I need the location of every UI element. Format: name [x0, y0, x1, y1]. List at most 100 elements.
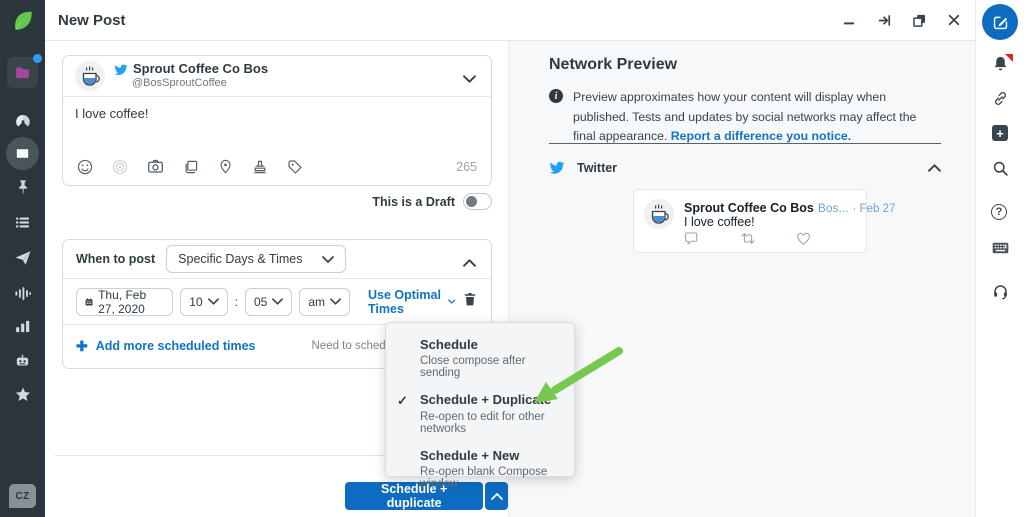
account-handle: @BosSproutCoffee — [132, 77, 227, 90]
waveform-icon — [15, 287, 31, 300]
notification-dot — [33, 54, 42, 63]
preview-disclaimer: i Preview approximates how your content … — [549, 88, 941, 147]
character-count: 265 — [456, 159, 477, 174]
when-to-post-value: Specific Days & Times — [178, 252, 303, 266]
optimal-times-label: Use Optimal Times — [368, 287, 441, 316]
when-to-post-label: When to post — [76, 252, 156, 266]
gif-icon — [113, 159, 127, 174]
star-icon — [15, 387, 30, 401]
report-difference-link[interactable]: Report a difference you notice. — [671, 129, 851, 143]
tweet-handle: Bos... — [817, 201, 849, 215]
hour-select[interactable]: 10 — [180, 287, 228, 316]
user-avatar[interactable]: CZ — [9, 484, 36, 508]
emoji-icon[interactable] — [77, 159, 93, 175]
tweet-avatar — [644, 199, 674, 229]
tweet-preview-card: Sprout Coffee Co Bos Bos... · Feb 27 I lov… — [633, 189, 895, 253]
trash-icon — [464, 293, 476, 306]
sidebar-item-automation[interactable] — [13, 351, 32, 370]
pushpin-icon — [18, 179, 27, 194]
sidebar-item-publishing[interactable] — [13, 248, 32, 267]
hour-value: 10 — [189, 294, 203, 309]
compose-toolbar: 265 — [63, 148, 491, 185]
preview-title: Network Preview — [549, 56, 678, 73]
search-icon — [993, 161, 1008, 176]
when-to-post-select[interactable]: Specific Days & Times — [166, 245, 347, 273]
message-input[interactable]: I love coffee! — [63, 97, 491, 149]
date-picker[interactable]: Thu, Feb 27, 2020 — [76, 287, 174, 316]
sidebar-item-pinned[interactable] — [13, 177, 32, 196]
help-button[interactable]: ? — [991, 204, 1007, 220]
close-icon[interactable] — [947, 13, 961, 27]
menu-item-schedule[interactable]: Schedule Close compose after sending — [386, 337, 574, 379]
time-separator: : — [234, 294, 238, 309]
location-icon[interactable] — [218, 159, 233, 174]
menu-item-subtitle: Re-open blank Compose window — [420, 465, 548, 490]
menu-item-subtitle: Close compose after sending — [420, 355, 526, 380]
account-selector[interactable]: Sprout Coffee Co Bos @BosSproutCoffee — [63, 56, 491, 97]
tweet-display-name: Sprout Coffee Co Bos — [684, 201, 814, 215]
camera-icon[interactable] — [147, 158, 164, 175]
menu-item-title: Schedule — [420, 337, 478, 352]
sidebar-item-smart-inbox-active[interactable] — [6, 137, 39, 170]
sidebar-item-feeds[interactable] — [13, 213, 32, 232]
add-more-times-link[interactable]: ✚ Add more scheduled times — [76, 338, 256, 355]
meridiem-value: am — [308, 294, 325, 309]
minute-select[interactable]: 05 — [244, 287, 293, 316]
menu-item-schedule-new[interactable]: Schedule + New Re-open blank Compose win… — [386, 448, 574, 490]
collapse-section-icon[interactable] — [463, 254, 476, 272]
tag-icon[interactable] — [287, 159, 303, 175]
left-navigation-rail: CZ — [0, 0, 45, 517]
folder-icon — [16, 67, 29, 79]
menu-item-title: Schedule + Duplicate — [420, 392, 552, 408]
retweet-icon — [740, 232, 755, 247]
minimize-button[interactable] — [842, 13, 856, 27]
tweet-timestamp: · Feb 27 — [852, 203, 896, 215]
compose-new-button[interactable] — [982, 4, 1018, 40]
draft-toggle-row: This is a Draft — [372, 193, 492, 210]
calendar-icon — [85, 297, 93, 305]
approval-stamp-icon[interactable] — [252, 159, 268, 175]
keyboard-shortcuts-button[interactable] — [991, 238, 1010, 257]
toggle-knob — [466, 196, 477, 207]
chevron-down-icon — [447, 299, 455, 304]
media-library-icon[interactable] — [183, 159, 199, 175]
right-utility-rail: + ? — [975, 0, 1024, 517]
compose-window-header: New Post — [45, 0, 975, 41]
meridiem-select[interactable]: am — [299, 287, 350, 316]
plus-icon: ✚ — [76, 337, 88, 354]
paper-plane-icon — [15, 250, 30, 265]
duplicate-window-button[interactable] — [912, 13, 926, 27]
tweet-body: I love coffee! — [684, 215, 755, 229]
sprout-logo-icon[interactable] — [10, 8, 36, 34]
sidebar-item-reports[interactable] — [13, 317, 32, 336]
list-icon — [16, 217, 29, 228]
menu-item-subtitle: Re-open to edit for other networks — [420, 410, 545, 435]
sprout-compose-window: CZ New Post Sprout Coffee Co Bos @BosSpr… — [0, 0, 1024, 517]
network-label: Twitter — [577, 161, 618, 175]
inbox-icon — [16, 149, 29, 158]
twitter-icon — [114, 64, 128, 75]
collapse-section-icon[interactable] — [928, 159, 941, 177]
sidebar-item-listening[interactable] — [13, 284, 32, 303]
sidebar-item-dashboard[interactable] — [13, 111, 32, 130]
link-icon — [995, 92, 1006, 105]
account-name: Sprout Coffee Co Bos — [133, 61, 269, 77]
headset-icon — [994, 285, 1007, 300]
add-button[interactable]: + — [992, 125, 1008, 141]
schedule-options-menu: Schedule Close compose after sending ✓ S… — [385, 322, 575, 490]
draft-toggle[interactable] — [463, 193, 492, 210]
alert-badge — [1005, 54, 1013, 62]
chevron-down-icon[interactable] — [463, 70, 476, 88]
bot-icon — [16, 354, 29, 366]
popout-button[interactable] — [877, 13, 891, 27]
search-button[interactable] — [991, 159, 1010, 178]
link-shortener-button[interactable] — [991, 89, 1010, 108]
bar-chart-icon — [16, 320, 30, 333]
info-icon: i — [549, 89, 563, 103]
support-button[interactable] — [991, 282, 1010, 301]
use-optimal-times-link[interactable]: Use Optimal Times — [368, 288, 455, 316]
delete-time-button[interactable] — [462, 291, 478, 312]
sidebar-item-influencers[interactable] — [13, 385, 32, 404]
twitter-icon — [549, 161, 565, 174]
menu-item-schedule-duplicate[interactable]: ✓ Schedule + Duplicate Re-open to edit f… — [386, 392, 574, 434]
